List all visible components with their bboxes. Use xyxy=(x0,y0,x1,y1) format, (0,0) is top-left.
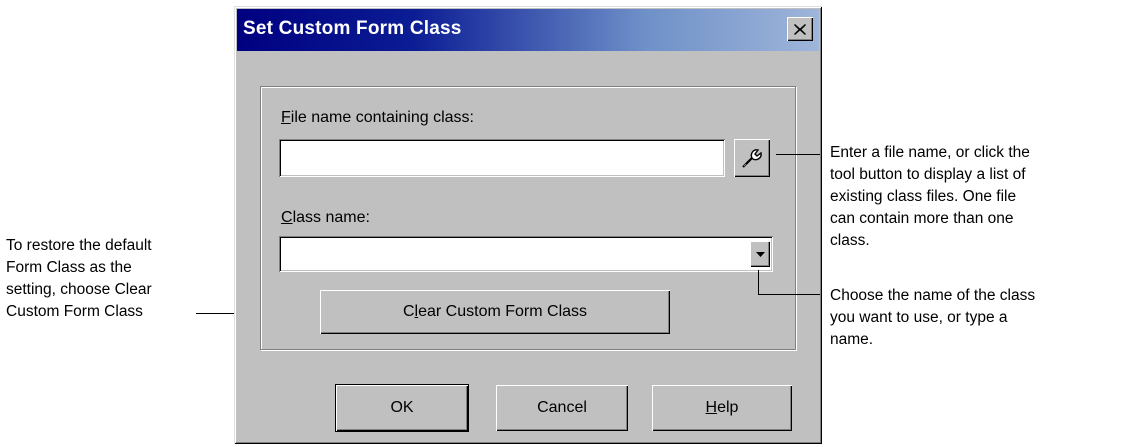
file-name-input[interactable] xyxy=(279,139,725,177)
callout-line-dropdown-vertical xyxy=(758,270,759,294)
ok-button[interactable]: OK xyxy=(335,384,469,432)
annotation-clear-button: To restore the default Form Class as the… xyxy=(6,237,152,320)
class-name-label: Class name: xyxy=(281,209,370,226)
clear-custom-form-class-button[interactable]: Cl ear Custom Form Class xyxy=(320,290,670,334)
callout-line-tool xyxy=(776,154,820,155)
close-icon xyxy=(794,23,806,35)
class-name-dropdown-button[interactable] xyxy=(750,241,770,267)
title-bar[interactable]: Set Custom Form Class xyxy=(237,9,819,51)
callout-line-dropdown-horizontal xyxy=(758,294,820,295)
file-name-label: File name containing class: xyxy=(281,109,474,126)
help-button[interactable]: Help xyxy=(652,385,792,431)
annotation-class-dropdown: Choose the name of the class you want to… xyxy=(830,287,1036,348)
wrench-icon xyxy=(742,149,762,168)
cancel-button[interactable]: Cancel xyxy=(496,385,628,431)
close-button[interactable] xyxy=(787,17,813,41)
set-custom-form-class-dialog: Set Custom Form Class File name containi… xyxy=(234,6,822,444)
annotation-tool-button: Enter a file name, or click the tool but… xyxy=(830,144,1030,249)
tool-button[interactable] xyxy=(734,139,770,177)
window-title: Set Custom Form Class xyxy=(243,18,462,39)
class-name-combobox[interactable] xyxy=(279,236,773,272)
chevron-down-icon xyxy=(755,251,765,257)
